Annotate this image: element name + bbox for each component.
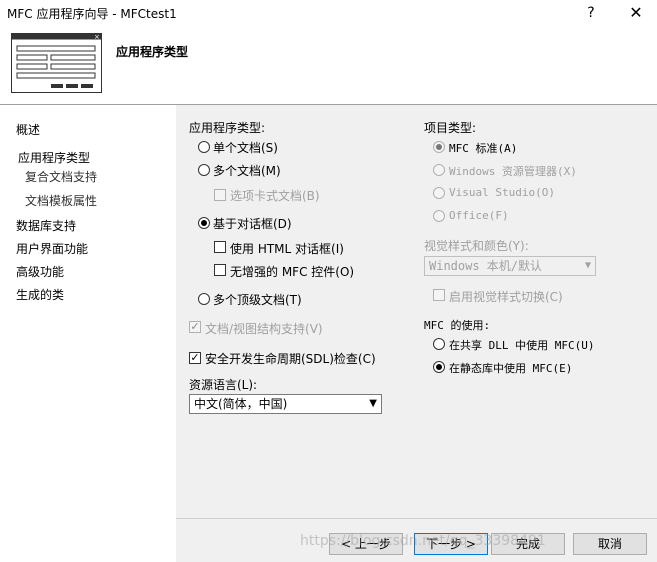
tabbed-docs-label: 选项卡式文档(B) [230, 189, 320, 203]
shared-dll-label[interactable]: 在共享 DLL 中使用 MFC(U) [449, 337, 594, 353]
visual-studio-label: Visual Studio(O) [449, 186, 555, 199]
page-title: 应用程序类型 [116, 45, 189, 59]
multi-doc-label[interactable]: 多个文档(M) [213, 162, 281, 179]
enable-style-switch-label: 启用视觉样式切换(C) [449, 290, 563, 304]
multi-top-level-label[interactable]: 多个顶级文档(T) [213, 291, 302, 308]
footer-divider [176, 518, 657, 519]
nav-item-app-type[interactable]: 应用程序类型 [18, 149, 90, 166]
visual-style-select[interactable]: Windows 本机/默认 ▼ [424, 256, 596, 276]
project-type-label: 项目类型: [424, 121, 477, 135]
wizard-nav: 概述 应用程序类型 复合文档支持 文档模板属性 数据库支持 用户界面功能 高级功… [0, 105, 176, 562]
next-button[interactable]: 下一步 > [414, 533, 488, 555]
windows-explorer-label: Windows 资源管理器(X) [449, 165, 577, 178]
office-label: Office(F) [449, 209, 509, 222]
static-lib-label[interactable]: 在静态库中使用 MFC(E) [449, 360, 572, 376]
close-button[interactable]: ✕ [616, 0, 656, 26]
enable-style-switch-checkbox[interactable] [433, 289, 445, 301]
wizard-window-icon: × [11, 33, 102, 93]
chevron-down-icon: ▼ [584, 260, 591, 271]
multi-top-level-radio[interactable] [198, 293, 210, 305]
window-title: MFC 应用程序向导 - MFCtest1 [7, 7, 177, 21]
chevron-down-icon: ▼ [369, 398, 377, 409]
sdl-check-checkbox[interactable]: ✓ [189, 352, 201, 364]
resource-language-select[interactable]: 中文(简体，中国) ▼ [189, 394, 382, 414]
title-bar: MFC 应用程序向导 - MFCtest1 ? ✕ [0, 0, 657, 26]
cancel-button[interactable]: 取消 [573, 533, 647, 555]
office-radio[interactable] [433, 210, 445, 222]
resource-language-value: 中文(简体，中国) [194, 397, 288, 411]
visual-studio-radio[interactable] [433, 187, 445, 199]
dialog-based-radio[interactable] [198, 217, 210, 229]
nav-item-compound-doc[interactable]: 复合文档支持 [25, 168, 97, 185]
html-dialog-label[interactable]: 使用 HTML 对话框(I) [230, 240, 344, 257]
mfc-standard-label: MFC 标准(A) [449, 142, 518, 155]
wizard-header: × 应用程序类型 [0, 26, 657, 102]
single-doc-label[interactable]: 单个文档(S) [213, 139, 278, 156]
svg-text:×: × [94, 33, 100, 41]
nav-item-database[interactable]: 数据库支持 [16, 217, 76, 234]
resource-language-label: 资源语言(L): [189, 378, 258, 392]
single-doc-radio[interactable] [198, 141, 210, 153]
nav-item-overview[interactable]: 概述 [16, 121, 40, 138]
doc-view-label: 文档/视图结构支持(V) [205, 322, 323, 336]
help-button[interactable]: ? [571, 0, 611, 26]
prev-button[interactable]: < 上一步 [329, 533, 403, 555]
html-dialog-checkbox[interactable] [214, 241, 226, 253]
nav-item-advanced[interactable]: 高级功能 [16, 263, 64, 280]
windows-explorer-radio[interactable] [433, 164, 445, 176]
visual-style-label: 视觉样式和颜色(Y): [424, 239, 529, 253]
app-type-label: 应用程序类型: [189, 121, 266, 135]
nav-item-generated-classes[interactable]: 生成的类 [16, 286, 64, 303]
mfc-standard-radio[interactable] [433, 141, 445, 153]
nav-item-ui-features[interactable]: 用户界面功能 [16, 240, 88, 257]
no-enhanced-mfc-label[interactable]: 无增强的 MFC 控件(O) [230, 263, 354, 280]
static-lib-radio[interactable] [433, 361, 445, 373]
shared-dll-radio[interactable] [433, 338, 445, 350]
mfc-use-label: MFC 的使用: [424, 319, 491, 332]
visual-style-value: Windows 本机/默认 [429, 259, 543, 273]
doc-view-checkbox[interactable]: ✓ [189, 321, 201, 333]
dialog-based-label[interactable]: 基于对话框(D) [213, 215, 292, 232]
sdl-check-label[interactable]: 安全开发生命周期(SDL)检查(C) [205, 350, 376, 367]
wizard-content: 应用程序类型: 单个文档(S) 多个文档(M) 选项卡式文档(B) 基于对话框(… [176, 105, 657, 562]
no-enhanced-mfc-checkbox[interactable] [214, 264, 226, 276]
nav-item-doc-template[interactable]: 文档模板属性 [25, 192, 97, 209]
tabbed-docs-checkbox[interactable] [214, 189, 226, 201]
multi-doc-radio[interactable] [198, 164, 210, 176]
finish-button[interactable]: 完成 [491, 533, 565, 555]
